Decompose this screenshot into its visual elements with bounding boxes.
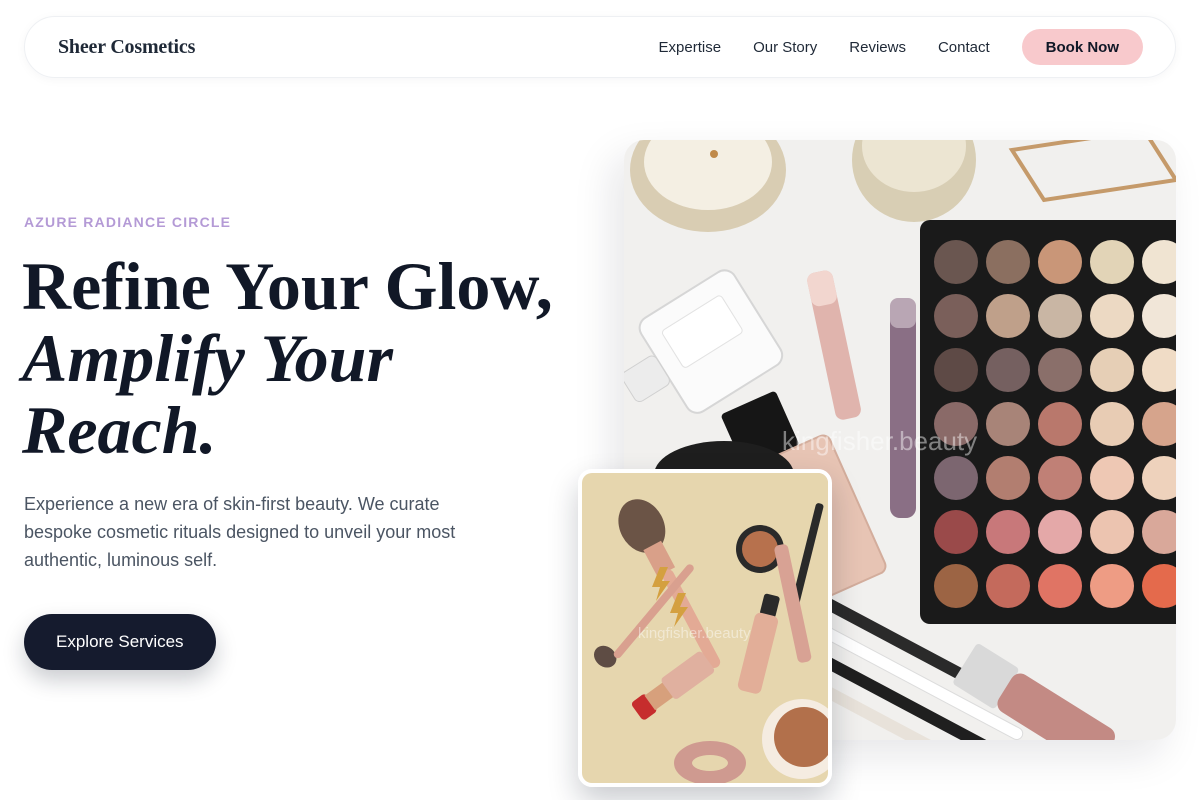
- navbar: Sheer Cosmetics Expertise Our Story Revi…: [24, 16, 1176, 78]
- headline-line-2: Amplify Your Reach.: [22, 320, 393, 468]
- book-now-button[interactable]: Book Now: [1021, 29, 1143, 65]
- main-image-watermark: kingfisher.beauty: [782, 426, 977, 456]
- hero-eyebrow: AZURE RADIANCE CIRCLE: [24, 214, 232, 230]
- small-image-watermark: kingfisher.beauty: [638, 625, 751, 642]
- brushes-flatlay-illustration: kingfisher.beauty: [582, 473, 828, 783]
- explore-services-button[interactable]: Explore Services: [24, 614, 216, 670]
- nav-link-expertise[interactable]: Expertise: [659, 39, 722, 56]
- brand-logo[interactable]: Sheer Cosmetics: [58, 36, 195, 59]
- nav-link-our-story[interactable]: Our Story: [753, 39, 817, 56]
- headline-line-1: Refine Your Glow,: [22, 248, 553, 324]
- hero-secondary-image: kingfisher.beauty: [578, 469, 832, 787]
- nav-links: Expertise Our Story Reviews Contact Book…: [659, 29, 1143, 65]
- hero-headline: Refine Your Glow, Amplify Your Reach.: [22, 250, 602, 466]
- nav-link-contact[interactable]: Contact: [938, 39, 990, 56]
- hero-description: Experience a new era of skin-first beaut…: [24, 494, 456, 570]
- nav-link-reviews[interactable]: Reviews: [849, 39, 906, 56]
